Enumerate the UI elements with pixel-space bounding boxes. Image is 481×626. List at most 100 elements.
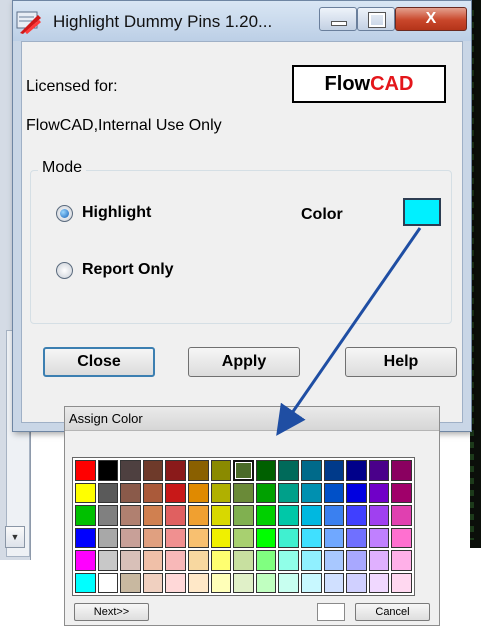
- minimize-button[interactable]: [319, 7, 357, 31]
- highlight-radio-label[interactable]: Highlight: [82, 204, 151, 222]
- color-swatch[interactable]: [368, 460, 390, 481]
- color-swatch[interactable]: [278, 482, 299, 503]
- color-swatch[interactable]: [391, 460, 412, 481]
- color-swatch[interactable]: [120, 460, 141, 481]
- color-swatch[interactable]: [165, 505, 186, 526]
- color-swatch[interactable]: [233, 572, 254, 593]
- color-swatch[interactable]: [142, 505, 164, 526]
- color-swatch[interactable]: [120, 505, 141, 526]
- color-swatch[interactable]: [75, 505, 96, 526]
- color-swatch[interactable]: [165, 460, 186, 481]
- color-swatch[interactable]: [165, 527, 186, 548]
- color-swatch[interactable]: [142, 550, 164, 571]
- color-swatch[interactable]: [255, 460, 277, 481]
- color-swatch[interactable]: [210, 505, 232, 526]
- color-picker-swatch[interactable]: [403, 198, 441, 226]
- color-swatch[interactable]: [346, 482, 367, 503]
- color-swatch[interactable]: [255, 572, 277, 593]
- color-swatch[interactable]: [255, 505, 277, 526]
- close-button[interactable]: Close: [43, 347, 155, 377]
- color-swatch[interactable]: [233, 482, 254, 503]
- color-swatch[interactable]: [120, 550, 141, 571]
- color-swatch[interactable]: [210, 460, 232, 481]
- color-swatch[interactable]: [75, 482, 96, 503]
- color-swatch[interactable]: [301, 460, 322, 481]
- color-swatch[interactable]: [97, 527, 119, 548]
- color-swatch[interactable]: [188, 482, 209, 503]
- color-swatch[interactable]: [120, 572, 141, 593]
- color-swatch[interactable]: [278, 505, 299, 526]
- color-swatch[interactable]: [323, 482, 345, 503]
- color-swatch[interactable]: [368, 527, 390, 548]
- color-swatch[interactable]: [323, 550, 345, 571]
- color-swatch[interactable]: [188, 550, 209, 571]
- color-swatch[interactable]: [301, 527, 322, 548]
- color-swatch[interactable]: [97, 505, 119, 526]
- color-swatch[interactable]: [391, 527, 412, 548]
- color-swatch[interactable]: [142, 572, 164, 593]
- color-swatch[interactable]: [301, 550, 322, 571]
- color-swatch[interactable]: [278, 460, 299, 481]
- highlight-radio[interactable]: [56, 205, 73, 222]
- color-swatch[interactable]: [368, 550, 390, 571]
- help-button[interactable]: Help: [345, 347, 457, 377]
- color-swatch[interactable]: [278, 527, 299, 548]
- color-swatch[interactable]: [278, 572, 299, 593]
- color-swatch[interactable]: [210, 572, 232, 593]
- color-swatch[interactable]: [368, 482, 390, 503]
- color-swatch[interactable]: [278, 550, 299, 571]
- color-swatch[interactable]: [142, 482, 164, 503]
- color-swatch[interactable]: [346, 572, 367, 593]
- color-swatch[interactable]: [391, 550, 412, 571]
- next-button[interactable]: Next>>: [74, 603, 149, 621]
- assign-color-title[interactable]: Assign Color: [65, 407, 439, 431]
- color-swatch[interactable]: [188, 572, 209, 593]
- color-swatch[interactable]: [210, 527, 232, 548]
- color-swatch[interactable]: [97, 482, 119, 503]
- color-swatch[interactable]: [142, 527, 164, 548]
- color-swatch[interactable]: [97, 572, 119, 593]
- title-bar[interactable]: Highlight Dummy Pins 1.20... X: [13, 1, 471, 41]
- color-swatch[interactable]: [255, 550, 277, 571]
- cancel-button[interactable]: Cancel: [355, 603, 430, 621]
- color-swatch[interactable]: [75, 527, 96, 548]
- color-swatch[interactable]: [120, 482, 141, 503]
- color-swatch[interactable]: [346, 550, 367, 571]
- color-swatch[interactable]: [368, 505, 390, 526]
- report-only-radio-label[interactable]: Report Only: [82, 261, 174, 279]
- color-swatch[interactable]: [323, 505, 345, 526]
- color-swatch[interactable]: [301, 505, 322, 526]
- color-swatch[interactable]: [255, 527, 277, 548]
- color-swatch[interactable]: [346, 527, 367, 548]
- color-swatch[interactable]: [391, 505, 412, 526]
- color-swatch[interactable]: [120, 527, 141, 548]
- color-swatch[interactable]: [142, 460, 164, 481]
- color-swatch[interactable]: [188, 527, 209, 548]
- color-swatch[interactable]: [75, 460, 96, 481]
- color-swatch[interactable]: [233, 527, 254, 548]
- color-swatch[interactable]: [97, 460, 119, 481]
- color-swatch[interactable]: [188, 460, 209, 481]
- color-swatch[interactable]: [323, 572, 345, 593]
- color-swatch[interactable]: [210, 550, 232, 571]
- color-swatch[interactable]: [233, 505, 254, 526]
- color-swatch[interactable]: [210, 482, 232, 503]
- scroll-down-arrow-icon[interactable]: ▼: [5, 526, 25, 548]
- color-swatch[interactable]: [233, 460, 254, 481]
- color-swatch[interactable]: [391, 572, 412, 593]
- color-swatch[interactable]: [346, 505, 367, 526]
- maximize-button[interactable]: [357, 7, 395, 31]
- color-swatch[interactable]: [188, 505, 209, 526]
- color-swatch[interactable]: [323, 527, 345, 548]
- color-swatch[interactable]: [233, 550, 254, 571]
- color-swatch[interactable]: [346, 460, 367, 481]
- color-swatch[interactable]: [165, 572, 186, 593]
- color-swatch[interactable]: [323, 460, 345, 481]
- apply-button[interactable]: Apply: [188, 347, 300, 377]
- color-swatch[interactable]: [165, 482, 186, 503]
- color-swatch[interactable]: [301, 482, 322, 503]
- color-swatch[interactable]: [75, 550, 96, 571]
- color-swatch[interactable]: [391, 482, 412, 503]
- color-swatch[interactable]: [97, 550, 119, 571]
- window-close-button[interactable]: X: [395, 7, 467, 31]
